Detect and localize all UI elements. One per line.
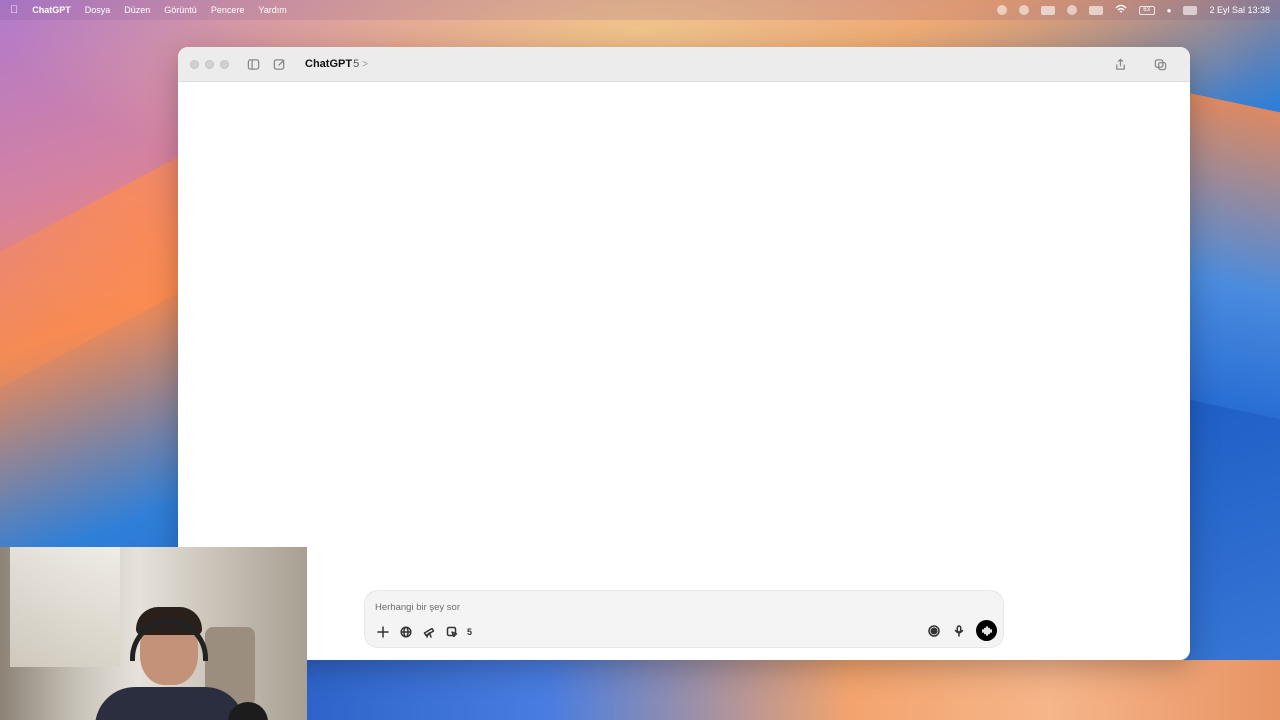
screen-mirroring-icon[interactable] bbox=[1040, 5, 1055, 15]
titlebar-actions bbox=[1112, 56, 1178, 72]
menu-yardim[interactable]: Yardım bbox=[258, 5, 286, 15]
composer-actions bbox=[926, 620, 997, 641]
status-app-icon[interactable] bbox=[1018, 5, 1029, 15]
control-center-icon[interactable] bbox=[1183, 5, 1198, 15]
tools-icon[interactable] bbox=[444, 624, 459, 639]
message-input[interactable] bbox=[375, 599, 895, 615]
close-window-button[interactable] bbox=[190, 59, 199, 69]
composer-tools: 5 bbox=[375, 624, 472, 639]
window-titlebar: ChatGPT 5 > bbox=[178, 47, 1190, 82]
battery-icon[interactable]: 63 bbox=[1138, 5, 1155, 15]
menu-duzen[interactable]: Düzen bbox=[124, 5, 150, 15]
menubar:  ChatGPT Dosya Düzen Görüntü Pencere Ya… bbox=[0, 0, 1280, 20]
chevron-right-icon: > bbox=[362, 59, 369, 70]
new-chat-icon[interactable] bbox=[271, 56, 287, 72]
new-window-icon[interactable] bbox=[1152, 56, 1168, 72]
webcam-overlay bbox=[0, 547, 307, 720]
microphone-icon[interactable] bbox=[951, 623, 966, 638]
menu-pencere[interactable]: Pencere bbox=[211, 5, 245, 15]
minimize-window-button[interactable] bbox=[205, 59, 214, 69]
webcam-person-body bbox=[95, 687, 245, 720]
record-icon[interactable] bbox=[926, 623, 941, 638]
wallpaper-bottom bbox=[300, 660, 1280, 720]
webcam-background-window bbox=[10, 547, 120, 667]
chatgpt-window: ChatGPT 5 > Herhangi bir şey sor 5 bbox=[178, 47, 1190, 660]
plus-icon[interactable] bbox=[375, 624, 390, 639]
focus-icon[interactable]: ● bbox=[1167, 6, 1172, 15]
menu-dosya[interactable]: Dosya bbox=[85, 5, 111, 15]
wifi-icon[interactable] bbox=[1115, 4, 1127, 16]
globe-icon[interactable] bbox=[398, 624, 413, 639]
apple-logo-icon[interactable]:  bbox=[10, 4, 18, 16]
share-icon[interactable] bbox=[1112, 56, 1128, 72]
voice-mode-icon bbox=[981, 625, 992, 636]
message-composer: 5 bbox=[364, 590, 1004, 648]
status-app-icon[interactable] bbox=[1066, 5, 1077, 15]
menubar-status-area: 63 ● 2 Eyl Sal 13:38 bbox=[996, 4, 1270, 16]
menu-app-name[interactable]: ChatGPT bbox=[32, 5, 71, 15]
sidebar-toggle-icon[interactable] bbox=[245, 56, 261, 72]
menubar-datetime[interactable]: 2 Eyl Sal 13:38 bbox=[1209, 5, 1270, 15]
model-name: ChatGPT bbox=[305, 58, 353, 70]
window-controls bbox=[190, 59, 229, 69]
voice-mode-button[interactable] bbox=[976, 620, 997, 641]
zoom-window-button[interactable] bbox=[220, 59, 229, 69]
tools-count[interactable]: 5 bbox=[467, 627, 472, 637]
model-selector[interactable]: ChatGPT 5 > bbox=[305, 58, 368, 70]
model-version: 5 bbox=[353, 58, 360, 70]
menu-goruntu[interactable]: Görüntü bbox=[164, 5, 197, 15]
telescope-icon[interactable] bbox=[421, 624, 436, 639]
status-app-icon[interactable] bbox=[996, 5, 1007, 15]
status-app-icon[interactable] bbox=[1088, 5, 1103, 15]
